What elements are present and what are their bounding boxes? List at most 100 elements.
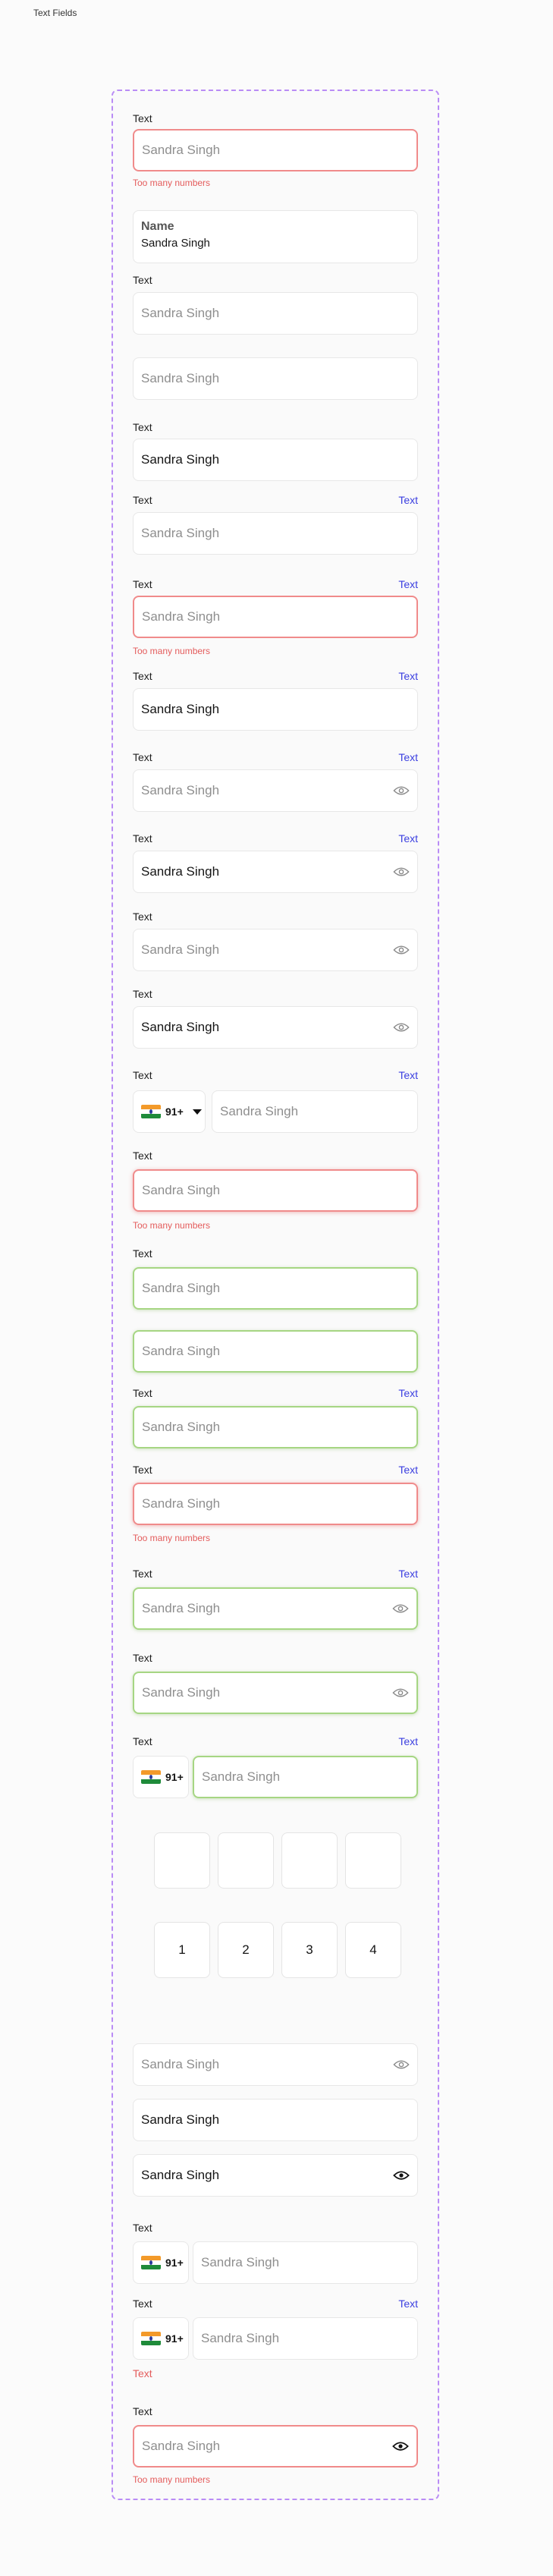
field-link[interactable]: Text xyxy=(342,1464,418,1476)
text-input-filled[interactable]: Sandra Singh xyxy=(133,2099,418,2141)
country-code: 91+ xyxy=(165,2257,184,2269)
phone-input-success[interactable]: Sandra Singh xyxy=(193,1756,418,1798)
placeholder: Sandra Singh xyxy=(141,783,220,797)
otp-box[interactable]: 1 xyxy=(154,1922,210,1978)
input-value: Sandra Singh xyxy=(141,864,220,879)
input-value: Sandra Singh xyxy=(141,2112,220,2127)
eye-icon[interactable] xyxy=(393,867,410,877)
field-label: Text xyxy=(133,911,152,923)
placeholder: Sandra Singh xyxy=(141,526,220,540)
text-input[interactable]: Sandra Singh xyxy=(133,357,418,400)
text-input-filled[interactable]: Sandra Singh xyxy=(133,688,418,731)
country-code-select[interactable]: 91+ xyxy=(133,1090,206,1133)
placeholder: Sandra Singh xyxy=(142,143,221,157)
field-link[interactable]: Text xyxy=(342,1568,418,1580)
text-input-success[interactable]: Sandra Singh xyxy=(133,1267,418,1310)
otp-box[interactable] xyxy=(345,1832,401,1889)
error-message: Too many numbers xyxy=(133,2474,211,2485)
text-input-success[interactable]: Sandra Singh xyxy=(133,1406,418,1448)
phone-input[interactable]: Sandra Singh xyxy=(193,2317,418,2360)
eye-icon[interactable] xyxy=(392,2441,409,2452)
country-code: 91+ xyxy=(165,1771,184,1783)
field-label: Text xyxy=(133,494,152,506)
placeholder: Sandra Singh xyxy=(142,609,221,624)
password-input-success[interactable]: Sandra Singh xyxy=(133,1672,418,1714)
eye-icon[interactable] xyxy=(393,2170,410,2181)
field-link[interactable]: Text xyxy=(342,2298,418,2310)
name-field-value: Sandra Singh xyxy=(141,237,210,250)
placeholder: Sandra Singh xyxy=(142,1420,221,1434)
otp-box[interactable] xyxy=(218,1832,274,1889)
placeholder: Sandra Singh xyxy=(142,1685,221,1700)
text-input-error[interactable]: Sandra Singh xyxy=(133,596,418,638)
field-link[interactable]: Text xyxy=(342,1387,418,1399)
country-code-select[interactable]: 91+ xyxy=(133,2317,189,2360)
eye-icon[interactable] xyxy=(392,1687,409,1698)
field-label: Text xyxy=(133,751,152,763)
phone-input[interactable]: Sandra Singh xyxy=(212,1090,418,1133)
page-title: Text Fields xyxy=(33,8,77,18)
country-code-select[interactable]: 91+ xyxy=(133,2241,189,2284)
otp-box[interactable]: 4 xyxy=(345,1922,401,1978)
text-input[interactable]: Sandra Singh xyxy=(133,292,418,335)
text-input[interactable]: Sandra Singh xyxy=(133,512,418,555)
password-input[interactable]: Sandra Singh xyxy=(133,929,418,971)
name-field[interactable]: Name Sandra Singh xyxy=(133,210,418,263)
otp-box[interactable] xyxy=(154,1832,210,1889)
text-input-error-focused[interactable]: Sandra Singh xyxy=(133,1483,418,1525)
field-label: Text xyxy=(133,1069,152,1081)
placeholder: Sandra Singh xyxy=(201,2255,280,2269)
placeholder: Sandra Singh xyxy=(142,2439,221,2453)
placeholder: Sandra Singh xyxy=(202,1769,281,1784)
field-link[interactable]: Text xyxy=(342,494,418,506)
input-value: Sandra Singh xyxy=(141,702,220,716)
field-label: Text xyxy=(133,2405,152,2417)
field-link[interactable]: Text xyxy=(342,1069,418,1081)
password-input[interactable]: Sandra Singh xyxy=(133,769,418,812)
placeholder: Sandra Singh xyxy=(141,306,220,320)
error-message: Too many numbers xyxy=(133,1220,211,1231)
password-input-error[interactable]: Sandra Singh xyxy=(133,2425,418,2467)
password-input-success[interactable]: Sandra Singh xyxy=(133,1587,418,1630)
placeholder: Sandra Singh xyxy=(142,1281,221,1295)
error-message: Too many numbers xyxy=(133,178,211,188)
text-input-success[interactable]: Sandra Singh xyxy=(133,1330,418,1373)
field-link[interactable]: Text xyxy=(342,670,418,682)
field-label: Text xyxy=(133,1464,152,1476)
text-input-error[interactable]: Sandra Singh xyxy=(133,129,418,171)
phone-input[interactable]: Sandra Singh xyxy=(193,2241,418,2284)
password-input-filled[interactable]: Sandra Singh xyxy=(133,851,418,893)
field-link[interactable]: Text xyxy=(342,751,418,763)
placeholder: Sandra Singh xyxy=(142,1601,221,1615)
field-link[interactable]: Text xyxy=(342,578,418,590)
field-label: Text xyxy=(133,670,152,682)
eye-icon[interactable] xyxy=(393,1022,410,1033)
field-label: Text xyxy=(133,1387,152,1399)
placeholder: Sandra Singh xyxy=(142,1344,221,1358)
text-input-error-focused[interactable]: Sandra Singh xyxy=(133,1169,418,1212)
otp-box[interactable]: 2 xyxy=(218,1922,274,1978)
field-link[interactable]: Text xyxy=(342,832,418,845)
name-field-label: Name xyxy=(141,220,174,233)
india-flag-icon xyxy=(141,1105,161,1118)
otp-box[interactable]: 3 xyxy=(281,1922,338,1978)
field-label: Text xyxy=(133,988,152,1000)
input-value: Sandra Singh xyxy=(141,2168,220,2182)
field-label: Text xyxy=(133,1652,152,1664)
otp-box[interactable] xyxy=(281,1832,338,1889)
placeholder: Sandra Singh xyxy=(142,1183,221,1197)
eye-icon[interactable] xyxy=(393,785,410,796)
placeholder: Sandra Singh xyxy=(201,2331,280,2345)
password-input[interactable]: Sandra Singh xyxy=(133,2043,418,2086)
eye-icon[interactable] xyxy=(393,945,410,955)
country-code-select[interactable]: 91+ xyxy=(133,1756,189,1798)
eye-icon[interactable] xyxy=(393,2059,410,2070)
field-label: Text xyxy=(133,2222,152,2234)
eye-icon[interactable] xyxy=(392,1603,409,1614)
text-input-filled[interactable]: Sandra Singh xyxy=(133,439,418,481)
password-input-filled[interactable]: Sandra Singh xyxy=(133,1006,418,1049)
country-code: 91+ xyxy=(165,2332,184,2345)
error-message: Too many numbers xyxy=(133,1533,211,1543)
password-input-filled[interactable]: Sandra Singh xyxy=(133,2154,418,2197)
field-link[interactable]: Text xyxy=(342,1735,418,1747)
